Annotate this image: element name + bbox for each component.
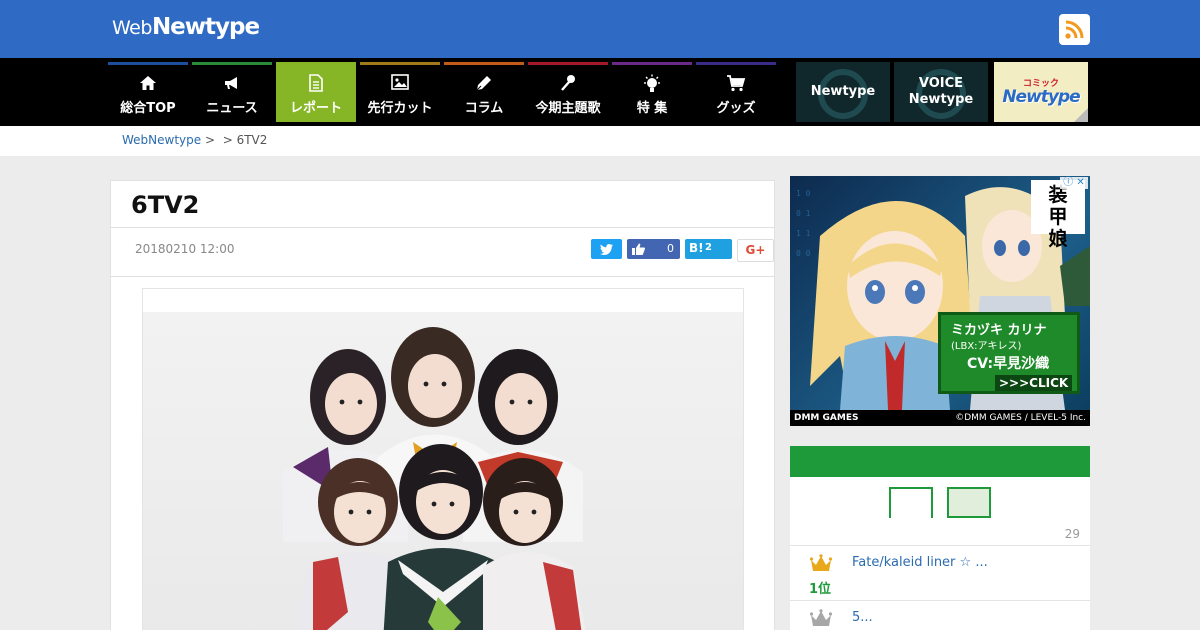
article-card: 6TV2 20180210 12:00 0 B! 2 G+ [110,180,775,630]
promo-newtype[interactable]: Newtype [796,62,890,122]
ranking-position: 1位 [809,582,832,597]
gold-crown-icon [810,554,832,571]
microphone-icon [528,74,608,96]
lightbulb-icon [612,74,692,96]
nav-label: コラム [464,101,504,116]
promo-comic-newtype[interactable]: コミック Newtype [994,62,1088,122]
ad-footer-copyright: ©DMM GAMES / LEVEL-5 Inc. [955,413,1086,423]
divider [111,227,774,228]
nav-item-goods[interactable]: グッズ [696,62,776,122]
breadcrumb-separator: > [222,133,233,147]
image-icon [360,74,440,96]
group-photo-illustration [283,327,586,630]
nav-item-precut[interactable]: 先行カット [360,62,440,122]
hatena-icon: B! [689,241,704,255]
promo-newtype-label: Newtype [810,84,876,99]
hatena-count: 2 [705,242,712,253]
ranking-item[interactable]: 5... [790,601,1090,630]
logo-web-text: Web [112,17,152,39]
ad-footer-brand: DMM GAMES [794,413,859,423]
ranking-panel: 29 1位 Fate/kaleid liner ☆ ... 5... [790,477,1090,630]
nav-label: 今期主題歌 [535,101,601,116]
promo-comic-main: Newtype [1002,87,1080,107]
logo-newtype-text: Newtype [151,14,260,40]
page-fold [1074,108,1088,122]
nav-label: 先行カット [367,101,433,116]
home-icon [108,74,188,96]
promo-voice-newtype[interactable]: VOICE Newtype [894,62,988,122]
ad-character-cv: CV:早見沙織 [967,356,1050,372]
main-nav: 総合TOP ニュース レポート 先行カット コラム 今期主題歌 特 集 グッズ … [0,58,1200,126]
breadcrumb-separator: > [204,133,216,147]
ad-character-sub: (LBX:アキレス) [951,341,1022,352]
nav-label: 総合TOP [120,101,176,116]
pen-icon [444,74,524,96]
ad-click-button[interactable]: >>>CLICK [995,375,1073,391]
ranking-item[interactable]: 1位 Fate/kaleid liner ☆ ... [790,546,1090,600]
hatena-bookmark-button[interactable]: B! 2 [685,239,732,259]
breadcrumb: WebNewtype > > 6TV2 [122,133,267,147]
thumbs-up-icon [632,243,645,255]
article-image-frame [142,288,744,630]
advertisement-banner[interactable]: 1 00 11 10 0 101 装甲娘 ⓘ ✕ ミカヅキ カリナ (LBX:ア… [790,176,1090,426]
breadcrumb-current: 6TV2 [236,133,268,147]
nav-item-theme-song[interactable]: 今期主題歌 [528,62,608,122]
document-icon [276,74,356,96]
facebook-like-button[interactable]: 0 [627,239,680,259]
nav-label: グッズ [716,101,756,116]
nav-item-top[interactable]: 総合TOP [108,62,188,122]
megaphone-icon [192,74,272,96]
rss-icon[interactable] [1059,14,1090,45]
ad-character-name: ミカヅキ カリナ [951,323,1047,338]
svg-text:1 1: 1 1 [796,229,811,238]
breadcrumb-bar: WebNewtype > > 6TV2 [0,126,1200,156]
facebook-count: 0 [667,242,674,255]
article-date: 20180210 12:00 [135,242,235,256]
ranking-title: Fate/kaleid liner ☆ ... [852,555,988,570]
promo-voice-line2: Newtype [908,92,974,107]
nav-item-feature[interactable]: 特 集 [612,62,692,122]
site-logo[interactable]: Web Newtype [112,14,260,44]
nav-item-news[interactable]: ニュース [192,62,272,122]
nav-label: ニュース [206,101,258,116]
divider [111,276,774,277]
svg-text:0 1: 0 1 [796,209,811,218]
nav-label: 特 集 [636,101,668,116]
ranking-header [790,446,1090,477]
nav-label: レポート [289,101,342,116]
cart-icon [696,74,776,96]
silver-crown-icon [810,609,832,626]
svg-text:0 0: 0 0 [796,249,811,258]
top-bar: Web Newtype [0,0,1200,58]
ranking-count: 29 [1064,527,1080,541]
ranking-tab-1[interactable] [889,487,933,518]
ranking-tab-2[interactable] [947,487,991,518]
nav-item-column[interactable]: コラム [444,62,524,122]
promo-voice-line1: VOICE [918,76,964,91]
article-title: 6TV2 [131,191,200,219]
article-photo[interactable] [143,312,743,630]
breadcrumb-home[interactable]: WebNewtype [122,133,201,147]
ad-footer: DMM GAMES ©DMM GAMES / LEVEL-5 Inc. [790,410,1090,426]
ad-character-card: ミカヅキ カリナ (LBX:アキレス) CV:早見沙織 >>>CLICK [938,312,1080,394]
ad-logo-text: 装甲娘 [1048,184,1068,250]
google-plus-button[interactable]: G+ [737,239,774,262]
nav-item-report[interactable]: レポート [276,62,356,122]
twitter-share-button[interactable] [591,239,622,259]
ad-info-close-icon[interactable]: ⓘ ✕ [1060,177,1088,189]
svg-text:1 0: 1 0 [796,189,811,198]
twitter-icon [600,244,613,255]
ranking-title: 5... [852,610,873,625]
